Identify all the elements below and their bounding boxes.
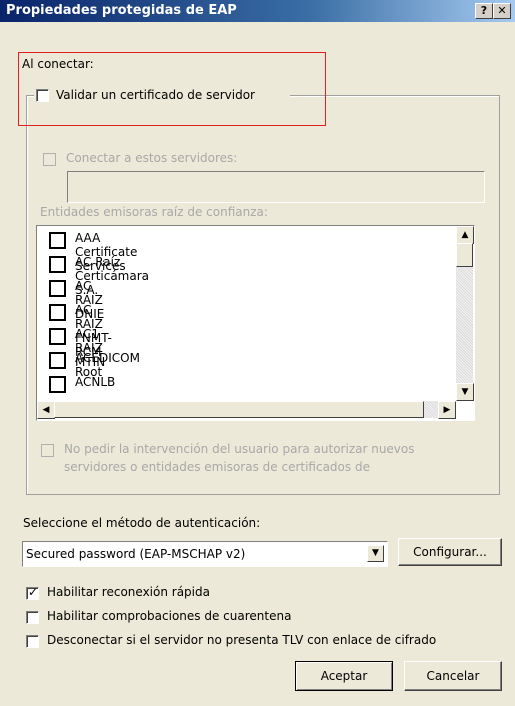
chevron-down-icon[interactable]: ▼	[367, 545, 384, 562]
scroll-up-icon[interactable]: ▲	[456, 226, 474, 244]
auth-method-value: Secured password (EAP-MSCHAP v2)	[26, 547, 246, 561]
no-prompt-label-line2: servidores o entidades emisoras de certi…	[64, 460, 370, 474]
configure-button[interactable]: Configurar...	[398, 538, 502, 566]
no-prompt-label-line1: No pedir la intervención del usuario par…	[64, 442, 415, 456]
list-item-checkbox[interactable]	[49, 376, 66, 393]
close-button[interactable]: ✕	[493, 3, 511, 19]
validate-cert-label: Validar un certificado de servidor	[56, 88, 255, 102]
scroll-down-icon[interactable]: ▼	[456, 383, 474, 401]
fast-reconnect-label: Habilitar reconexión rápida	[47, 585, 210, 599]
connect-servers-label: Conectar a estos servidores:	[66, 151, 238, 165]
scroll-left-icon[interactable]: ◀	[37, 401, 55, 419]
validate-cert-row[interactable]: Validar un certificado de servidor	[34, 86, 290, 104]
validate-cert-checkbox[interactable]	[36, 89, 49, 102]
list-item-checkbox[interactable]	[49, 328, 66, 345]
list-item-checkbox[interactable]	[49, 352, 66, 369]
no-prompt-checkbox[interactable]	[41, 444, 54, 457]
disconnect-tlv-checkbox[interactable]	[26, 635, 39, 648]
window-title: Propiedades protegidas de EAP	[6, 3, 237, 18]
cancel-button[interactable]: Cancelar	[404, 661, 502, 691]
auth-method-select[interactable]: Secured password (EAP-MSCHAP v2) ▼	[22, 541, 388, 567]
disconnect-tlv-label: Desconectar si el servidor no presenta T…	[47, 633, 437, 647]
list-item-checkbox[interactable]	[49, 256, 66, 273]
help-button[interactable]: ?	[475, 3, 493, 19]
auth-method-label: Seleccione el método de autenticación:	[23, 516, 261, 530]
horizontal-scroll-thumb[interactable]	[54, 401, 424, 418]
ok-button[interactable]: Aceptar	[295, 661, 393, 691]
cert-list[interactable]: AAA Certificate Services AC Raíz Certicá…	[36, 225, 475, 421]
scroll-right-icon[interactable]: ▶	[438, 401, 456, 419]
list-item-checkbox[interactable]	[49, 304, 66, 321]
list-item-label: ACNLB	[75, 375, 116, 389]
vertical-scroll-thumb[interactable]	[456, 243, 473, 267]
list-item-checkbox[interactable]	[49, 280, 66, 297]
quarantine-checkbox[interactable]	[26, 611, 39, 624]
quarantine-label: Habilitar comprobaciones de cuarentena	[47, 609, 292, 623]
checkmark-icon: ✓	[28, 585, 39, 599]
trusted-roots-label: Entidades emisoras raíz de confianza:	[40, 205, 268, 219]
connect-servers-checkbox[interactable]	[43, 153, 56, 166]
servers-input[interactable]	[67, 171, 485, 203]
fast-reconnect-checkbox[interactable]: ✓	[26, 585, 39, 600]
list-item-checkbox[interactable]	[49, 232, 66, 249]
